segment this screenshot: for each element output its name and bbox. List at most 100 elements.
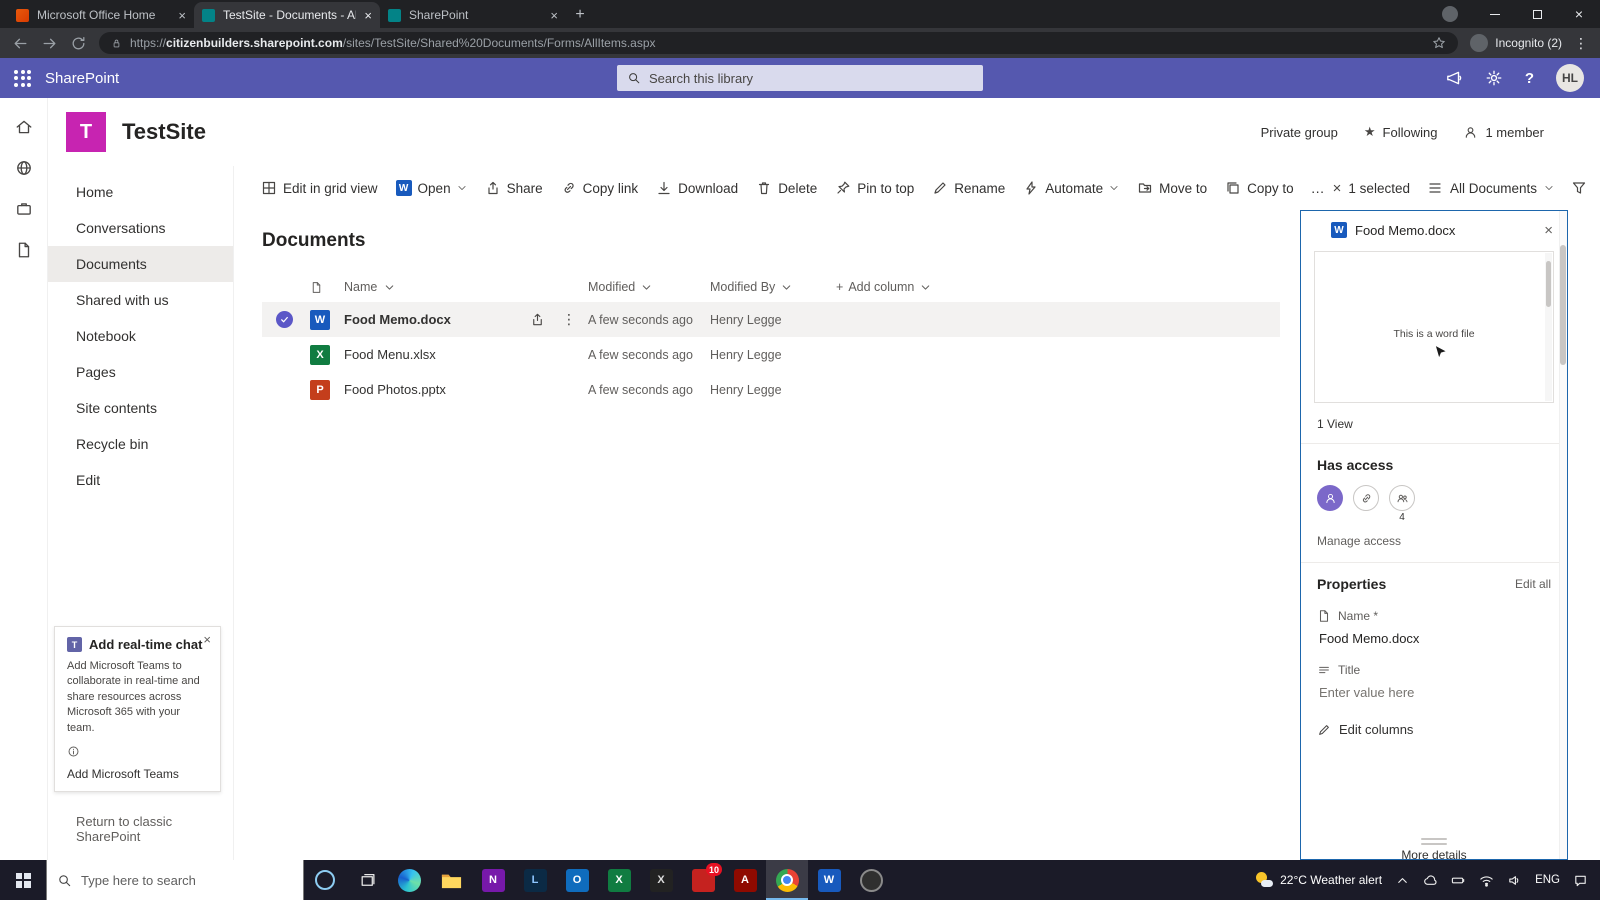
edit-grid-view-button[interactable]: Edit in grid view	[252, 172, 387, 204]
taskbar-app-mail[interactable]: 10	[682, 860, 724, 900]
classic-sharepoint-link[interactable]: Return to classic SharePoint	[48, 800, 233, 860]
megaphone-icon[interactable]	[1445, 69, 1463, 87]
site-title[interactable]: TestSite	[122, 119, 206, 145]
sidebar-item-notebook[interactable]: Notebook	[48, 318, 233, 354]
selected-check-icon[interactable]	[276, 311, 293, 328]
copy-link-button[interactable]: Copy link	[552, 172, 648, 204]
taskbar-app-edge[interactable]	[388, 860, 430, 900]
taskbar-search-input[interactable]	[81, 872, 293, 888]
back-icon[interactable]	[12, 35, 29, 52]
cortana-button[interactable]	[304, 860, 346, 900]
taskbar-app-onenote[interactable]	[472, 860, 514, 900]
browser-tab-sharepoint[interactable]: SharePoint ×	[380, 2, 566, 28]
help-icon[interactable]: ?	[1525, 70, 1534, 87]
details-panel-close-icon[interactable]: ×	[1544, 222, 1553, 239]
url-omnibox[interactable]: https://citizenbuilders.sharepoint.com/s…	[99, 32, 1459, 54]
row-selection-cell[interactable]	[262, 311, 310, 328]
open-button[interactable]: Open	[387, 172, 476, 204]
more-details-link[interactable]: More details	[1401, 848, 1466, 859]
task-view-button[interactable]	[346, 860, 388, 900]
download-button[interactable]: Download	[647, 172, 747, 204]
info-icon[interactable]	[67, 745, 208, 758]
volume-icon[interactable]	[1507, 873, 1522, 888]
title-field-input[interactable]	[1319, 685, 1553, 700]
clear-selection-button[interactable]: × 1 selected	[1333, 180, 1410, 197]
taskbar-app-file-explorer[interactable]	[430, 860, 472, 900]
tab-close-icon[interactable]: ×	[550, 8, 558, 23]
automate-button[interactable]: Automate	[1014, 172, 1128, 204]
taskbar-app-excel[interactable]	[598, 860, 640, 900]
modified-column-header[interactable]: Modified	[588, 280, 710, 294]
battery-icon[interactable]	[1451, 873, 1466, 888]
forward-icon[interactable]	[41, 35, 58, 52]
table-row[interactable]: Food Menu.xlsx A few seconds ago Henry L…	[262, 337, 1280, 372]
owner-avatar[interactable]	[1317, 485, 1343, 511]
taskbar-app-acrobat[interactable]	[724, 860, 766, 900]
incognito-profile-icon[interactable]	[1442, 6, 1458, 22]
document-icon[interactable]	[15, 241, 33, 259]
preview-scrollbar-thumb[interactable]	[1546, 261, 1551, 307]
table-row[interactable]: Food Memo.docx ⋮ A few seconds ago Henry…	[262, 302, 1280, 337]
show-hidden-icons-caret[interactable]	[1395, 873, 1410, 888]
sidebar-item-shared-with-us[interactable]: Shared with us	[48, 282, 233, 318]
search-input[interactable]	[649, 70, 973, 86]
panel-scrollbar[interactable]	[1559, 211, 1567, 859]
action-center-icon[interactable]	[1573, 873, 1588, 888]
sidebar-item-edit[interactable]: Edit	[48, 462, 233, 498]
taskbar-search-box[interactable]	[46, 860, 304, 900]
view-selector-button[interactable]: All Documents	[1427, 180, 1554, 196]
more-commands-button[interactable]: …	[1303, 172, 1333, 204]
wifi-icon[interactable]	[1479, 873, 1494, 888]
group-access-icon[interactable]: 4	[1389, 485, 1415, 523]
more-actions-icon[interactable]: ⋮	[562, 311, 576, 328]
table-row[interactable]: Food Photos.pptx A few seconds ago Henry…	[262, 372, 1280, 407]
modified-by-cell[interactable]: Henry Legge	[710, 313, 836, 327]
browser-tab-office-home[interactable]: Microsoft Office Home ×	[8, 2, 194, 28]
rename-button[interactable]: Rename	[923, 172, 1014, 204]
panel-scrollbar-thumb[interactable]	[1560, 245, 1566, 365]
document-preview[interactable]: This is a word file	[1314, 251, 1554, 403]
share-button[interactable]: Share	[476, 172, 552, 204]
tab-close-icon[interactable]: ×	[364, 8, 372, 23]
tab-close-icon[interactable]: ×	[178, 8, 186, 23]
add-teams-link[interactable]: Add Microsoft Teams	[67, 767, 208, 781]
members-button[interactable]: 1 member	[1463, 125, 1544, 140]
library-search-box[interactable]	[617, 65, 983, 91]
globe-icon[interactable]	[15, 159, 33, 177]
copy-to-button[interactable]: Copy to	[1216, 172, 1303, 204]
gear-icon[interactable]	[1485, 69, 1503, 87]
close-window-button[interactable]: ×	[1558, 0, 1600, 28]
resize-handle-icon[interactable]	[1421, 843, 1447, 845]
taskbar-app-word[interactable]	[808, 860, 850, 900]
name-column-header[interactable]: Name	[344, 280, 588, 294]
share-icon[interactable]	[530, 312, 545, 327]
taskbar-app-lightroom[interactable]	[514, 860, 556, 900]
briefcase-icon[interactable]	[15, 200, 33, 218]
start-button[interactable]	[0, 860, 46, 900]
browser-tab-testsite-documents[interactable]: TestSite - Documents - All Docu ×	[194, 2, 380, 28]
bookmark-star-icon[interactable]	[1432, 36, 1446, 50]
new-tab-button[interactable]: +	[566, 2, 594, 28]
sidebar-item-pages[interactable]: Pages	[48, 354, 233, 390]
resize-handle-icon[interactable]	[1421, 838, 1447, 840]
manage-access-link[interactable]: Manage access	[1317, 534, 1551, 548]
sidebar-item-recycle-bin[interactable]: Recycle bin	[48, 426, 233, 462]
sidebar-item-home[interactable]: Home	[48, 174, 233, 210]
taskbar-app-outlook[interactable]	[556, 860, 598, 900]
card-close-icon[interactable]: ×	[203, 632, 211, 647]
file-name-cell[interactable]: Food Memo.docx ⋮	[344, 311, 588, 328]
sidebar-item-conversations[interactable]: Conversations	[48, 210, 233, 246]
modified-by-column-header[interactable]: Modified By	[710, 280, 836, 294]
add-column-button[interactable]: + Add column	[836, 280, 1280, 294]
edit-columns-button[interactable]: Edit columns	[1317, 722, 1551, 737]
move-to-button[interactable]: Move to	[1128, 172, 1216, 204]
following-button[interactable]: ★ Following	[1364, 124, 1438, 140]
delete-button[interactable]: Delete	[747, 172, 826, 204]
taskbar-app-x[interactable]	[640, 860, 682, 900]
edit-all-link[interactable]: Edit all	[1515, 577, 1551, 591]
link-access-icon[interactable]	[1353, 485, 1379, 511]
file-type-column-header[interactable]	[310, 281, 344, 294]
file-name-cell[interactable]: Food Menu.xlsx	[344, 347, 588, 362]
modified-by-cell[interactable]: Henry Legge	[710, 348, 836, 362]
modified-by-cell[interactable]: Henry Legge	[710, 383, 836, 397]
